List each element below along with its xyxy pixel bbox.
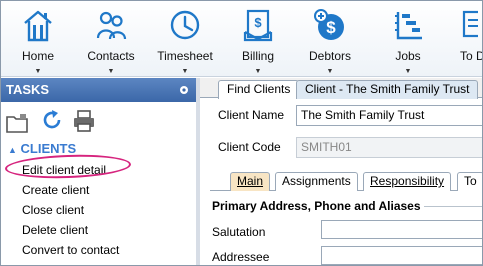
clients-section-label: CLIENTS [20,141,77,156]
task-close-client[interactable]: Close client [22,203,84,217]
salutation-input[interactable] [321,220,483,239]
chevron-down-icon: ▼ [254,68,262,75]
pin-icon[interactable] [178,84,190,96]
toolbar-contacts-label: Contacts [87,49,135,63]
tasks-header: TASKS [0,78,196,102]
client-panel: Find Clients Client - The Smith Family T… [200,78,483,266]
subtab-main-label: Main [237,174,264,188]
clock-icon [168,6,202,44]
subtab-responsibility[interactable]: Responsibility [363,172,452,191]
addressee-input[interactable] [321,246,483,265]
highlight-annotation [4,152,132,181]
toolbar-debtors-label: Debtors [308,49,352,63]
toolbar-todo-button[interactable]: To D [458,0,483,77]
jobs-list-icon [391,6,425,44]
task-delete-client[interactable]: Delete client [22,223,88,237]
toolbar-billing-button[interactable]: $ Billing ▼ [236,0,280,77]
task-convert-to-contact[interactable]: Convert to contact [22,243,119,257]
tab-client-detail[interactable]: Client - The Smith Family Trust [296,80,479,99]
subtab-assignments[interactable]: Assignments [275,172,358,191]
document-tabs: Find Clients Client - The Smith Family T… [200,78,483,99]
toolbar-jobs-button[interactable]: Jobs ▼ [390,0,426,77]
toolbar-timesheet-label: Timesheet [157,49,213,63]
todo-icon [458,6,483,44]
chevron-down-icon: ▼ [34,68,42,75]
primary-address-group-title: Primary Address, Phone and Aliases [212,199,421,213]
toolbar-jobs-label: Jobs [395,49,421,63]
chevron-down-icon: ▼ [326,68,334,75]
toolbar-debtors-button[interactable]: $ Debtors ▼ [305,0,355,77]
collapse-arrow-icon: ▲ [8,145,17,155]
tasks-toolbar [0,102,196,138]
subtab-responsibility-label: Responsibility [370,174,445,188]
printer-icon[interactable] [72,109,96,133]
toolbar-contacts-button[interactable]: Contacts ▼ [86,0,136,77]
clients-section-title[interactable]: ▲ CLIENTS [8,141,76,156]
people-icon [94,6,128,44]
tasks-title: TASKS [6,82,50,97]
client-code-label: Client Code [218,140,281,154]
chevron-down-icon: ▼ [404,68,412,75]
group-divider [424,206,483,207]
svg-text:$: $ [326,18,336,37]
svg-text:$: $ [254,15,262,30]
tab-find-clients[interactable]: Find Clients [218,80,300,99]
client-name-label: Client Name [218,108,285,122]
toolbar-home-label: Home [21,49,54,63]
toolbar-timesheet-button[interactable]: Timesheet ▼ [156,0,214,77]
toolbar-todo-label: To D [460,49,483,63]
invoice-icon: $ [241,6,275,44]
chevron-down-icon: ▼ [107,68,115,75]
dollar-coin-icon: $ [313,6,347,44]
house-icon [21,6,55,44]
toolbar-billing-label: Billing [241,49,274,63]
detail-subtabs: Main Assignments Responsibility To [210,172,483,191]
chevron-down-icon: ▼ [181,68,189,75]
client-name-input[interactable]: The Smith Family Trust [296,105,483,126]
toolbar-home-button[interactable]: Home ▼ [16,0,60,77]
addressee-label: Addressee [212,250,270,264]
client-code-input[interactable]: SMITH01 [296,137,483,158]
subtab-to[interactable]: To [457,172,483,191]
subtab-main[interactable]: Main [230,172,271,191]
folder-icon[interactable] [6,112,28,134]
main-toolbar: Home ▼ Contacts ▼ Timesheet ▼ $ Billing … [0,0,483,77]
salutation-label: Salutation [212,225,266,239]
refresh-icon[interactable] [40,108,64,132]
task-create-client[interactable]: Create client [22,183,89,197]
